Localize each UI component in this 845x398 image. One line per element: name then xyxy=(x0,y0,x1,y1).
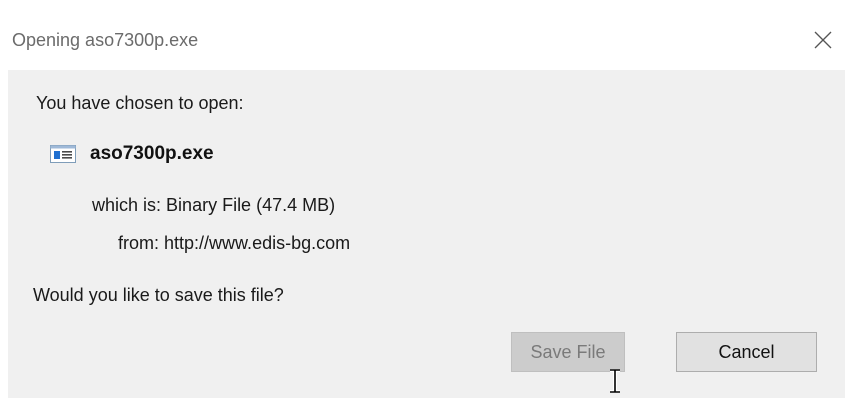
file-type-label: which is: xyxy=(92,195,162,215)
file-name: aso7300p.exe xyxy=(90,143,214,164)
screen: ▀▀ ▀▀▀ ▀ ▀▀▀▀▀ ▀ ▀ ▀▀▀▀▀▀ ▀▀▀▀ ▀▀▀ ▀▀▀▀▀… xyxy=(0,0,845,398)
dialog-titlebar: Opening aso7300p.exe xyxy=(8,14,845,70)
file-source-label: from: xyxy=(118,233,160,253)
download-dialog: Opening aso7300p.exe You have chosen to … xyxy=(8,14,845,398)
open-prompt: You have chosen to open: xyxy=(36,93,244,113)
background-window-text: ▀▀ ▀▀▀ ▀ ▀▀▀▀▀ ▀ ▀ ▀▀▀▀▀▀ ▀▀▀▀ ▀▀▀ ▀▀▀▀▀… xyxy=(8,0,845,10)
background-window-strip: ▀▀ ▀▀▀ ▀ ▀▀▀▀▀ ▀ ▀ ▀▀▀▀▀▀ ▀▀▀▀ ▀▀▀ ▀▀▀▀▀… xyxy=(0,0,845,10)
file-source-row: from: http://www.edis-bg.com xyxy=(118,233,350,254)
cancel-button[interactable]: Cancel xyxy=(676,332,817,372)
file-type-value: Binary File (47.4 MB) xyxy=(166,195,336,215)
save-question: Would you like to save this file? xyxy=(33,285,284,305)
close-button[interactable] xyxy=(801,18,845,62)
executable-file-icon xyxy=(50,145,76,163)
save-file-button[interactable]: Save File xyxy=(511,332,625,372)
file-source-value: http://www.edis-bg.com xyxy=(164,233,351,253)
file-type-row: which is: Binary File (47.4 MB) xyxy=(92,195,335,216)
dialog-body: You have chosen to open: aso7300p.exe wh… xyxy=(8,70,845,398)
dialog-title: Opening aso7300p.exe xyxy=(12,30,199,50)
close-icon xyxy=(814,31,832,49)
